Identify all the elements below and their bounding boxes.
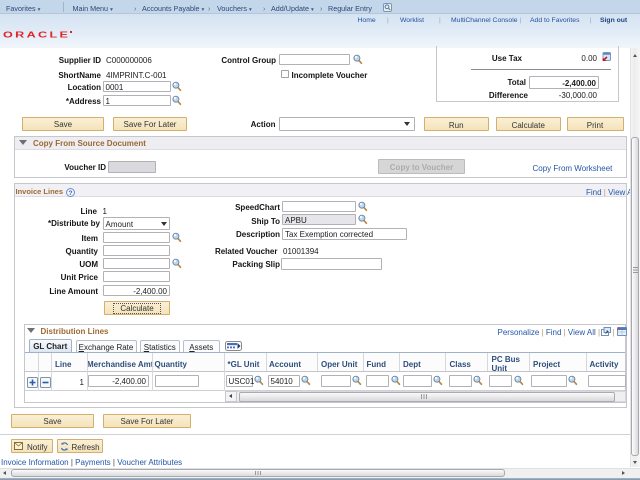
svg-text:?: ?: [68, 189, 72, 196]
